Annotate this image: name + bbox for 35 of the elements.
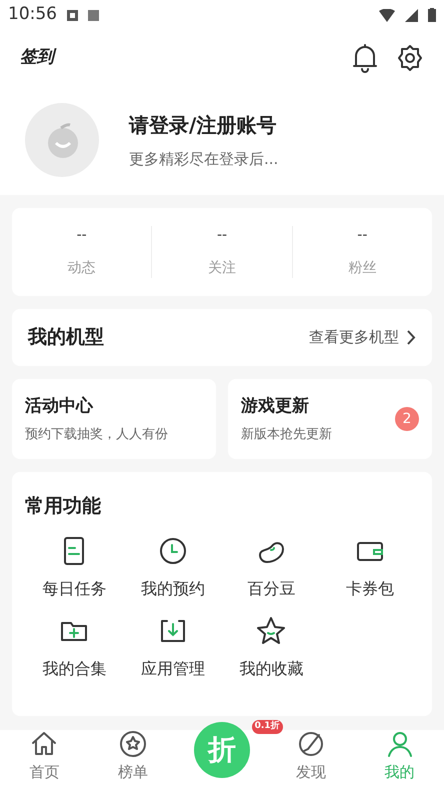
card-title: 游戏更新 — [241, 394, 310, 418]
function-item[interactable]: 应用管理 — [124, 614, 222, 680]
card-title: 活动中心 — [25, 394, 94, 418]
status-time: 10:56 — [8, 3, 57, 26]
stat-value[interactable]: -- — [216, 225, 228, 246]
discount-badge: 0.1折 — [252, 720, 283, 734]
login-title[interactable]: 请登录/注册账号 — [129, 110, 278, 140]
nav-tab[interactable]: 榜单 — [88, 728, 178, 783]
promo-card[interactable]: 游戏更新 新版本抢先更新 2 — [228, 379, 432, 459]
section-title: 常用功能 — [25, 494, 101, 519]
promo-card[interactable]: 活动中心 预约下载抽奖，人人有份 — [12, 379, 216, 459]
card-subtitle: 预约下载抽奖，人人有份 — [25, 426, 168, 444]
more-models-link[interactable]: 查看更多机型 — [309, 326, 416, 349]
function-item[interactable]: 我的预约 — [124, 534, 222, 600]
battery-icon — [428, 8, 436, 22]
card-subtitle: 新版本抢先更新 — [241, 426, 332, 444]
rank-icon — [118, 728, 148, 758]
chevron-right-icon — [407, 330, 416, 345]
login-subtitle: 更多精彩尽在登录后... — [129, 148, 278, 170]
bell-icon[interactable] — [352, 42, 378, 72]
settings-icon[interactable] — [396, 44, 424, 72]
nav-tab[interactable]: 首页 — [0, 728, 89, 783]
star-icon — [255, 614, 288, 646]
function-item[interactable]: 百分豆 — [222, 534, 320, 600]
function-item[interactable]: 我的合集 — [25, 614, 124, 680]
stat-value[interactable]: -- — [357, 225, 368, 246]
count-badge: 2 — [395, 407, 419, 431]
signal-icon — [405, 8, 418, 22]
wifi-icon — [379, 8, 395, 22]
function-item[interactable]: 卡券包 — [320, 534, 419, 600]
stat-value[interactable]: -- — [76, 225, 87, 246]
app-logo: 签到 — [20, 44, 54, 70]
function-item[interactable]: 每日任务 — [25, 534, 124, 600]
function-item[interactable]: 我的收藏 — [222, 614, 320, 680]
section-title: 我的机型 — [28, 325, 104, 350]
